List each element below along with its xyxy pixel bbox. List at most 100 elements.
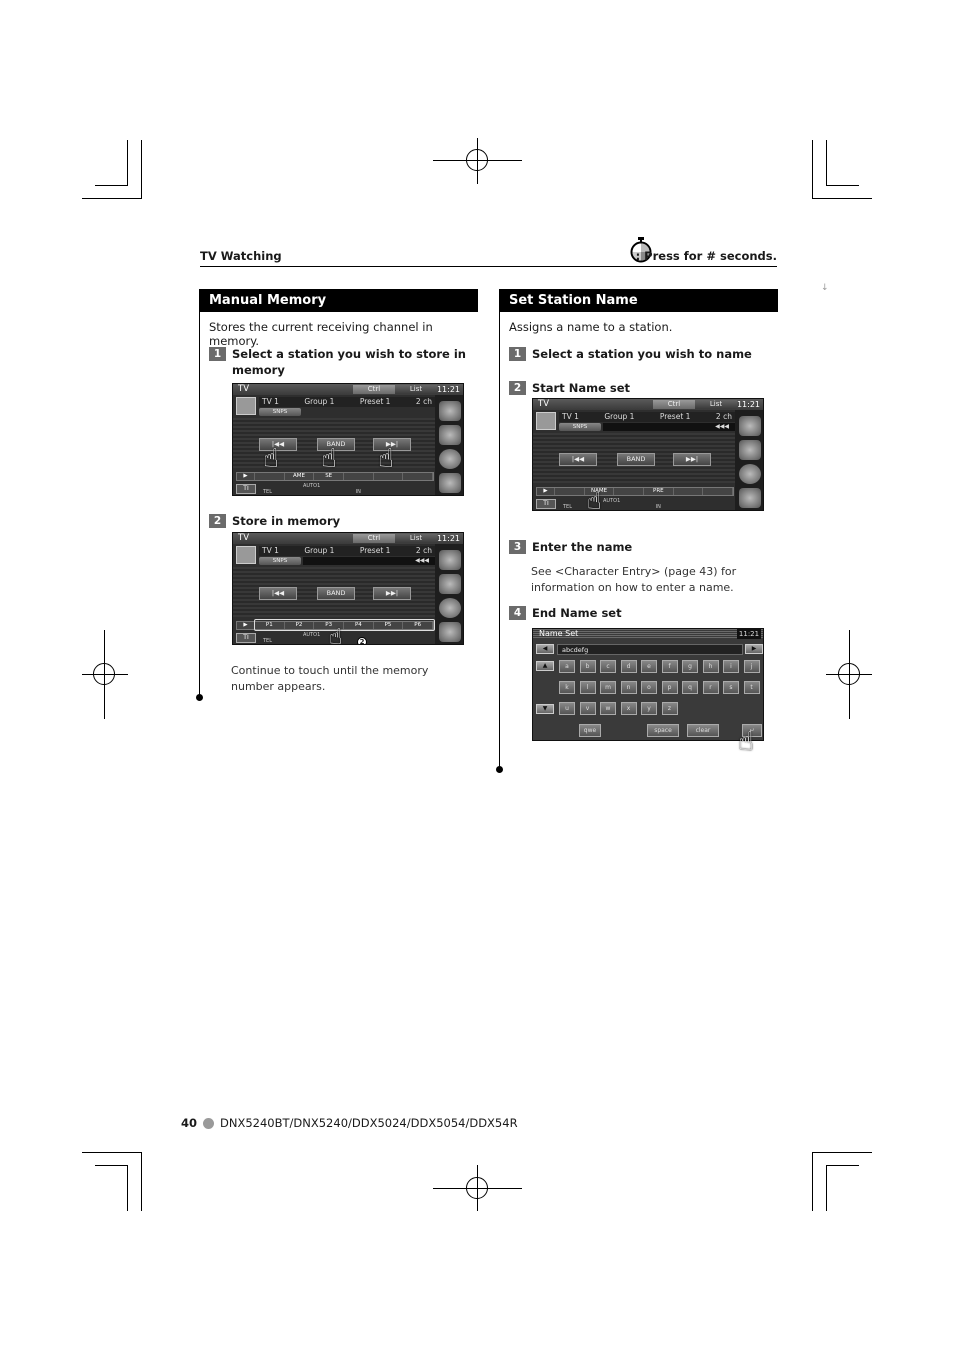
speaker-icon[interactable] xyxy=(439,598,461,618)
key-r[interactable]: r xyxy=(702,681,719,694)
snps-button[interactable]: SNPS xyxy=(259,557,301,565)
key-i[interactable]: i xyxy=(723,660,739,673)
setup-icon[interactable] xyxy=(739,488,761,508)
key-o[interactable]: o xyxy=(641,681,657,694)
play-button[interactable]: ▶ xyxy=(537,488,555,495)
clear-button[interactable]: clear xyxy=(687,724,719,737)
manual-memory-section: Manual Memory Stores the current receivi… xyxy=(200,289,478,693)
tab-ctrl[interactable]: Ctrl xyxy=(653,400,695,409)
name-set-screen: Name Set 11:21 ◀ abcdefg ▶ ▲ ▼ abcdefghi… xyxy=(532,628,764,741)
key-k[interactable]: k xyxy=(559,681,575,694)
key-x[interactable]: x xyxy=(620,702,637,715)
seek-indicator: ◀◀◀ xyxy=(415,557,429,564)
ti-button[interactable]: TI xyxy=(536,499,556,509)
space-button[interactable]: space xyxy=(647,724,679,737)
audio-icon[interactable] xyxy=(739,440,761,460)
speaker-icon[interactable] xyxy=(739,464,761,484)
key-m[interactable]: m xyxy=(600,681,616,694)
seek-prev-button[interactable]: |◀◀ xyxy=(259,587,297,600)
name-input[interactable]: abcdefg xyxy=(557,644,743,655)
step-2: 2 Start Name set xyxy=(509,380,767,396)
crop-mark xyxy=(141,140,142,199)
source-label: TV xyxy=(238,384,250,394)
page-number: 40 xyxy=(181,1116,198,1130)
menu-icon[interactable] xyxy=(739,416,761,436)
play-button[interactable]: ▶ xyxy=(237,622,255,629)
tab-list[interactable]: List xyxy=(395,534,437,543)
section-description: Assigns a name to a station. xyxy=(509,320,673,334)
seek-next-button[interactable]: ▶▶| xyxy=(373,587,411,600)
crop-mark xyxy=(812,1152,813,1211)
channel-info: TV 1 Group 1 Preset 1 2 ch xyxy=(259,546,435,556)
audio-icon[interactable] xyxy=(439,574,461,594)
setup-icon[interactable] xyxy=(439,622,461,642)
snps-button[interactable]: SNPS xyxy=(259,408,301,416)
key-j[interactable]: j xyxy=(743,660,760,673)
menu-icon[interactable] xyxy=(439,550,461,570)
screen-thumbnail-icon[interactable] xyxy=(536,412,556,430)
key-e[interactable]: e xyxy=(641,660,657,673)
band-button[interactable]: BAND xyxy=(617,453,655,466)
cursor-right-button[interactable]: ▶ xyxy=(745,644,763,654)
band-button[interactable]: BAND xyxy=(317,587,355,600)
setup-icon[interactable] xyxy=(439,473,461,493)
screen-thumbnail-icon[interactable] xyxy=(236,397,256,415)
key-h[interactable]: h xyxy=(702,660,719,673)
key-b[interactable]: b xyxy=(579,660,596,673)
snps-button[interactable]: SNPS xyxy=(559,423,601,431)
channel-info: TV 1 Group 1 Preset 1 2 ch xyxy=(259,397,435,407)
qwe-button[interactable]: qwe xyxy=(579,724,601,737)
scroll-up-button[interactable]: ▲ xyxy=(536,661,554,671)
key-l[interactable]: l xyxy=(579,681,596,694)
key-t[interactable]: t xyxy=(743,681,760,694)
ti-button[interactable]: TI xyxy=(236,484,256,494)
step-4: 4 End Name set xyxy=(509,605,767,621)
tab-list[interactable]: List xyxy=(695,400,737,409)
speaker-icon[interactable] xyxy=(439,449,461,469)
screen-thumbnail-icon[interactable] xyxy=(236,546,256,564)
source-label: TV xyxy=(238,533,250,543)
tab-ctrl[interactable]: Ctrl xyxy=(353,534,395,543)
key-z[interactable]: z xyxy=(661,702,678,715)
tab-ctrl[interactable]: Ctrl xyxy=(353,385,395,394)
seek-prev-button[interactable]: |◀◀ xyxy=(559,453,597,466)
audio-icon[interactable] xyxy=(439,425,461,445)
section-title: Set Station Name xyxy=(500,289,778,312)
key-a[interactable]: a xyxy=(559,660,575,673)
cursor-left-button[interactable]: ◀ xyxy=(536,644,554,654)
key-c[interactable]: c xyxy=(600,660,616,673)
key-g[interactable]: g xyxy=(682,660,698,673)
crop-mark xyxy=(127,140,128,186)
key-p[interactable]: p xyxy=(661,681,678,694)
play-button[interactable]: ▶ xyxy=(237,473,255,480)
key-s[interactable]: s xyxy=(723,681,739,694)
source-label: TV xyxy=(538,399,550,409)
key-v[interactable]: v xyxy=(579,702,596,715)
menu-icon[interactable] xyxy=(439,401,461,421)
scroll-down-button[interactable]: ▼ xyxy=(536,704,554,714)
seek-next-button[interactable]: ▶▶| xyxy=(673,453,711,466)
touch-hand-icon: ☝ xyxy=(263,444,279,474)
pre-button[interactable]: PRE xyxy=(644,488,674,495)
page-footer: 40 DNX5240BT/DNX5240/DDX5024/DDX5054/DDX… xyxy=(181,1116,518,1130)
step-text: Select a station you wish to name xyxy=(532,347,752,361)
section-description: Stores the current receiving channel in … xyxy=(209,320,433,348)
step-number: 2 xyxy=(509,381,526,395)
ti-button[interactable]: TI xyxy=(236,633,256,643)
step-text: Select a station you wish to store in me… xyxy=(232,347,466,377)
key-n[interactable]: n xyxy=(620,681,637,694)
key-y[interactable]: y xyxy=(641,702,657,715)
tab-list[interactable]: List xyxy=(395,385,437,394)
status-bar: AUTO1 TEL IN xyxy=(263,483,361,495)
key-q[interactable]: q xyxy=(682,681,698,694)
step-3: 3 Enter the name xyxy=(509,539,767,555)
function-row: ▶ NAME PRE xyxy=(536,487,734,496)
key-f[interactable]: f xyxy=(661,660,678,673)
tv-control-screen: TV Ctrl List 11:21 TV 1 Group 1 Preset 1… xyxy=(232,383,464,496)
touch-hand-icon: ☝ xyxy=(738,727,754,757)
crop-mark xyxy=(826,185,859,186)
key-u[interactable]: u xyxy=(559,702,575,715)
key-w[interactable]: w xyxy=(600,702,616,715)
touch-hand-icon: ☝ xyxy=(329,625,343,645)
key-d[interactable]: d xyxy=(620,660,637,673)
